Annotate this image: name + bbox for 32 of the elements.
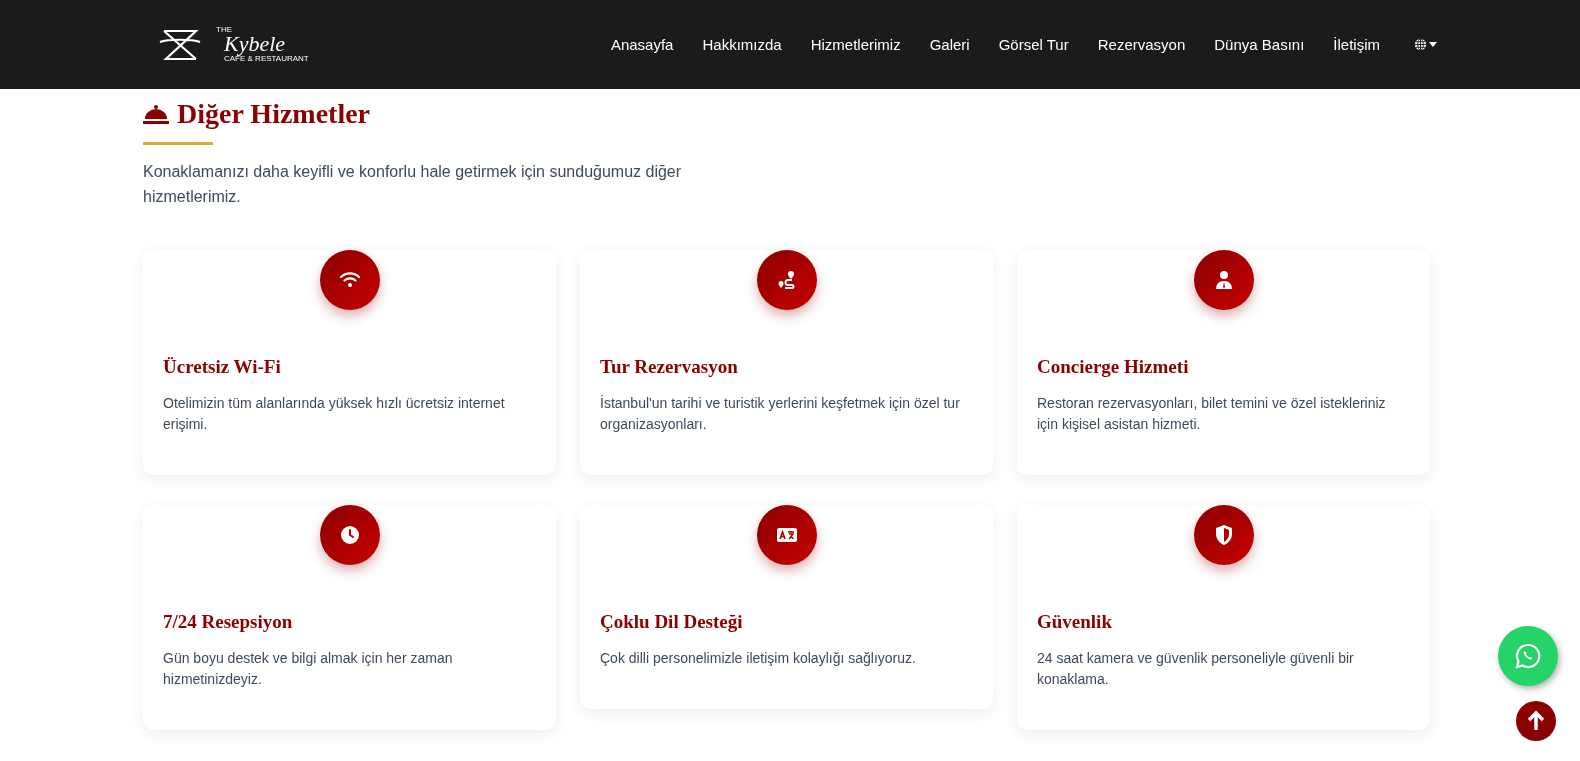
language-dropdown[interactable] bbox=[1414, 38, 1437, 51]
nav-link[interactable]: Hakkımızda bbox=[702, 36, 782, 53]
card-text: 24 saat kamera ve güvenlik personeliyle güvenli bir konaklama. bbox=[1037, 649, 1355, 689]
globe-icon bbox=[1414, 38, 1427, 51]
back-to-top-button[interactable] bbox=[1516, 701, 1556, 741]
section-intro: Konaklamanızı daha keyifli ve konforlu hale getirmek için sunduğumuz diğer hizmetlerimiz. bbox=[143, 162, 683, 207]
section-title: Diğer Hizmetler bbox=[177, 98, 371, 130]
card-title: Çoklu Dil Desteği bbox=[600, 611, 744, 633]
nav-link[interactable]: Dünya Basını bbox=[1214, 36, 1305, 53]
nav-link[interactable]: Rezervasyon bbox=[1097, 36, 1186, 53]
arrow-up-icon bbox=[1526, 710, 1546, 732]
card-title: Güvenlik bbox=[1037, 611, 1113, 633]
nav-link[interactable]: Hizmetlerimiz bbox=[810, 36, 901, 53]
card-text: Çok dilli personelimizle iletişim kolaylığı sağlıyoruz. bbox=[600, 649, 917, 668]
bell-icon bbox=[143, 103, 169, 125]
card-text: Restoran rezervasyonları, bilet temini ve özel istekleriniz için kişisel asistan hizmeti. bbox=[1037, 394, 1387, 434]
chat-icon bbox=[1514, 642, 1542, 670]
card-title: Concierge Hizmeti bbox=[1037, 356, 1190, 378]
logo-text: THE bbox=[216, 26, 232, 34]
nav-link[interactable]: Galeri bbox=[929, 36, 970, 53]
logo-text: Kybele bbox=[224, 34, 286, 54]
card-text: Otelimizin tüm alanlarında yüksek hızlı ücretsiz internet erişimi. bbox=[163, 394, 506, 434]
nav-link[interactable]: Görsel Tur bbox=[998, 36, 1069, 53]
card-title: Tur Rezervasyon bbox=[600, 356, 739, 378]
logo-icon bbox=[158, 27, 202, 62]
card-title: Ücretsiz Wi-Fi bbox=[163, 356, 282, 378]
card-text: İstanbul'un tarihi ve turistik yerlerini keşfetmek için özel tur organizasyonları. bbox=[600, 394, 961, 434]
nav-link[interactable]: Anasayfa bbox=[610, 36, 674, 53]
card-text: Gün boyu destek ve bilgi almak için her zaman hizmetinizdeyiz. bbox=[163, 649, 454, 689]
caret-icon bbox=[1429, 42, 1437, 47]
nav-link[interactable]: İletişim bbox=[1333, 36, 1380, 53]
card-title: 7/24 Resepsiyon bbox=[163, 611, 294, 633]
